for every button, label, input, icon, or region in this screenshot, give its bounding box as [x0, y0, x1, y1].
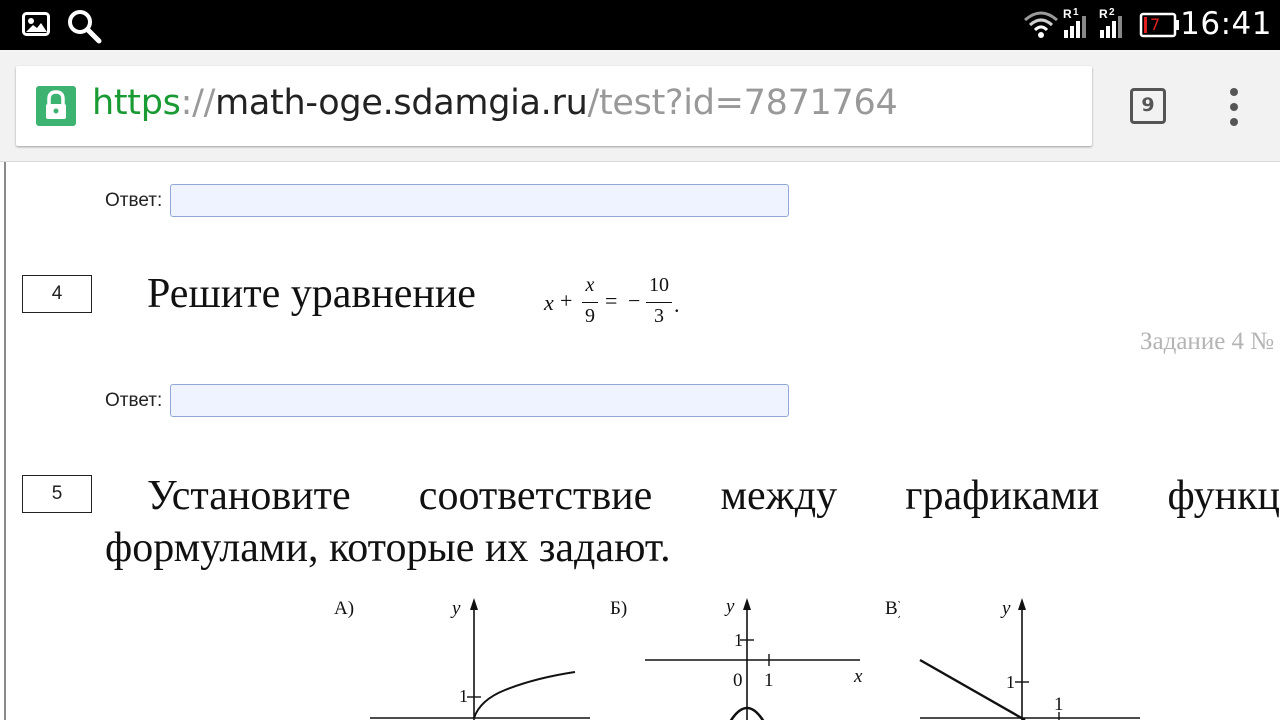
task5-text-line1: Установите соответствие между графиками …: [147, 473, 1280, 519]
graph-c-label: В): [885, 598, 900, 619]
equation-period: .: [674, 292, 680, 317]
task5-text-line2: формулами, которые их задают.: [105, 525, 671, 571]
url-text: https://math-oge.sdamgia.ru/test?id=7871…: [92, 83, 898, 123]
equation-rhs-den: 3: [654, 305, 664, 327]
graph-c-tick-x: 1: [1054, 694, 1064, 715]
status-time: 16:41: [1180, 6, 1272, 42]
graph-b-tick-x: 1: [764, 670, 774, 691]
graph-c-tick-y: 1: [1006, 672, 1015, 692]
lock-icon: [36, 86, 76, 126]
task-hint: Задание 4 №: [1140, 328, 1275, 355]
equation-frac-den: 9: [585, 305, 595, 327]
equation-frac-num: x: [585, 274, 595, 296]
tab-switcher-button[interactable]: 9: [1130, 88, 1166, 124]
url-path: /test?id=7871764: [587, 83, 898, 123]
graph-a-label: А): [334, 598, 354, 619]
status-bar: R 1 R 2 7 16:41: [0, 0, 1280, 50]
image-icon: [22, 12, 50, 41]
graph-b-label: Б): [610, 598, 627, 619]
graphs-figure: А) y 1 Б) y 1 0 1 x В): [334, 596, 900, 720]
page-content: Ответ: 4 Решите уравнение x + x 9 = − 10…: [0, 162, 1280, 720]
graph-a-tick: 1: [459, 686, 468, 706]
graph-c-y-label: y: [1000, 598, 1011, 619]
graph-a-curve: [473, 671, 576, 719]
equation-minus: −: [628, 288, 641, 313]
equation-rhs-num: 10: [649, 274, 669, 296]
equation-frac-bar: [582, 302, 598, 304]
task-number: 5: [22, 475, 92, 513]
equation-rhs-bar: [646, 302, 672, 304]
signal-sim2-icon: R 2: [1096, 7, 1130, 40]
task-number: 4: [22, 275, 92, 313]
overflow-menu-icon[interactable]: [1226, 88, 1242, 128]
task4-text: Решите уравнение: [147, 271, 476, 317]
graph-b-tick-y: 1: [734, 630, 743, 650]
answer-label: Ответ:: [105, 390, 163, 411]
answer-input-task4[interactable]: [170, 384, 789, 417]
graph-b-x-label: x: [853, 666, 863, 687]
answer-input-task3[interactable]: [170, 184, 789, 217]
signal-sim1-icon: R 1: [1060, 7, 1094, 40]
url-host: math-oge.sdamgia.ru: [215, 83, 588, 123]
equation-equals: =: [605, 288, 618, 313]
browser-toolbar: https://math-oge.sdamgia.ru/test?id=7871…: [0, 50, 1280, 162]
wifi-icon: [1023, 10, 1059, 45]
graph-c-figure: y 1 1: [919, 598, 1140, 720]
equation-x: x: [544, 290, 554, 315]
graph-b-origin: 0: [733, 670, 743, 691]
answer-label: Ответ:: [105, 190, 163, 211]
search-icon: [66, 8, 102, 49]
url-scheme: https: [92, 83, 181, 123]
graph-a-y-label: y: [450, 598, 461, 619]
battery-icon: 7: [1139, 12, 1181, 38]
url-separator: ://: [180, 83, 216, 123]
graph-b-y-label: y: [724, 596, 735, 617]
address-bar[interactable]: https://math-oge.sdamgia.ru/test?id=7871…: [16, 66, 1092, 146]
page-border: [4, 162, 6, 720]
equation-plus: +: [560, 288, 573, 313]
